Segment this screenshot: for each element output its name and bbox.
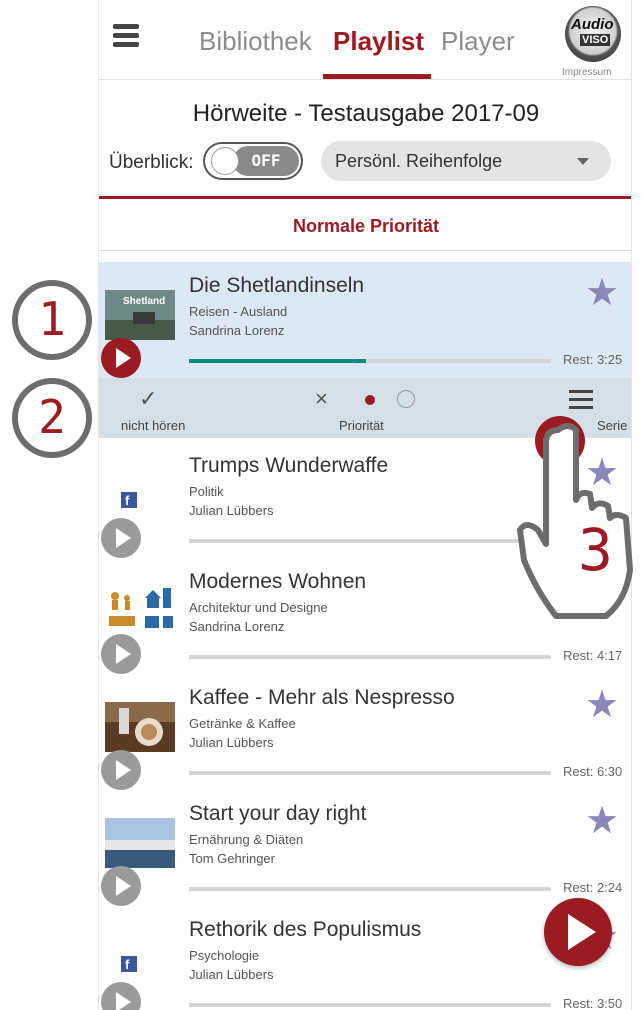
overview-toggle[interactable]: OFF: [203, 142, 303, 180]
remaining-time: Rest: 3:25: [563, 352, 623, 367]
priority-label: Priorität: [339, 418, 384, 433]
playlist-item[interactable]: Kaffee - Mehr als Nespresso Getränke & K…: [99, 674, 631, 790]
remaining-time: Rest: 3:50: [563, 996, 623, 1010]
item-title: Rethorik des Populismus: [189, 918, 422, 941]
annotation-badge: 1: [12, 280, 92, 360]
item-author: Julian Lübbers: [189, 503, 274, 518]
item-category: Ernährung & Diäten: [189, 832, 304, 847]
priority-high-ring[interactable]: [397, 390, 415, 408]
tab-player[interactable]: Player: [441, 26, 515, 57]
progress-fill: [189, 359, 367, 363]
item-thumbnail: [105, 586, 175, 636]
play-button[interactable]: [101, 750, 141, 790]
tab-bibliothek[interactable]: Bibliothek: [199, 26, 312, 57]
item-author: Sandrina Lorenz: [189, 323, 285, 338]
remaining-time: Rest: 2:24: [563, 880, 623, 895]
section-heading: Normale Priorität: [292, 216, 440, 236]
item-thumbnail: [105, 818, 175, 868]
play-button[interactable]: [101, 338, 141, 378]
item-thumbnail: f: [105, 934, 175, 984]
item-category: Getränke & Kaffee: [189, 716, 296, 731]
impressum-link[interactable]: Impressum: [562, 67, 611, 78]
thumbnail-caption: Shetland: [123, 296, 165, 307]
progress-bar: [189, 887, 551, 891]
item-thumbnail: f: [105, 470, 175, 520]
progress-bar: [189, 539, 551, 543]
item-category: Psychologie: [189, 948, 260, 963]
toggle-knob: [211, 147, 239, 175]
top-bar: Bibliothek Playlist Player Audio VISO Im…: [99, 0, 631, 80]
divider: [99, 196, 631, 199]
item-title: Start your day right: [189, 802, 367, 825]
active-tab-indicator: [323, 74, 431, 79]
item-title: Modernes Wohnen: [189, 570, 367, 593]
item-thumbnail: Shetland: [105, 290, 175, 340]
hamburger-menu-icon[interactable]: [113, 24, 147, 52]
item-title: Kaffee - Mehr als Nespresso: [189, 686, 455, 709]
sort-order-value: Persönl. Reihenfolge: [335, 151, 503, 171]
play-button[interactable]: [101, 982, 141, 1010]
tab-playlist[interactable]: Playlist: [333, 26, 424, 57]
pointing-hand-icon: 3: [517, 423, 633, 619]
star-icon[interactable]: ★: [585, 686, 619, 724]
series-menu-icon[interactable]: [569, 390, 593, 414]
annotation-badge: 2: [12, 378, 92, 458]
item-title: Die Shetlandinseln: [189, 274, 365, 297]
item-title: Trumps Wunderwaffe: [189, 454, 389, 477]
priority-remove-icon[interactable]: ×: [315, 386, 328, 412]
sort-order-select[interactable]: Persönl. Reihenfolge: [321, 141, 611, 181]
remaining-time: Rest: 6:30: [563, 764, 623, 779]
item-thumbnail: [105, 702, 175, 752]
svg-text:f: f: [125, 493, 130, 508]
progress-bar: [189, 359, 551, 363]
playlist-title: Hörweite - Testausgabe 2017-09: [192, 100, 540, 127]
playlist-item[interactable]: Shetland Die Shetlandinseln Reisen - Aus…: [99, 262, 631, 378]
play-button[interactable]: [101, 518, 141, 558]
item-category: Reisen - Ausland: [189, 304, 288, 319]
remaining-time: Rest: 4:17: [563, 648, 623, 663]
skip-label: nicht hören: [121, 418, 186, 433]
progress-bar: [189, 771, 551, 775]
main-play-button[interactable]: [544, 898, 612, 966]
star-icon[interactable]: ★: [585, 802, 619, 840]
annotation-number: 3: [578, 516, 613, 584]
play-button[interactable]: [101, 634, 141, 674]
audioviso-logo[interactable]: Audio VISO: [565, 6, 621, 62]
item-category: Architektur und Designe: [189, 600, 328, 615]
priority-normal-dot[interactable]: [365, 395, 375, 405]
item-category: Politik: [189, 484, 224, 499]
playlist-item[interactable]: Start your day right Ernährung & Diäten …: [99, 790, 631, 906]
check-icon[interactable]: ✓: [139, 386, 157, 412]
divider: [99, 250, 631, 251]
progress-bar: [189, 1003, 551, 1007]
play-button[interactable]: [101, 866, 141, 906]
item-author: Tom Gehringer: [189, 851, 275, 866]
overview-label: Überblick:: [109, 152, 194, 173]
item-author: Julian Lübbers: [189, 735, 274, 750]
caret-down-icon: [577, 158, 589, 165]
svg-text:f: f: [125, 957, 130, 972]
progress-bar: [189, 655, 551, 659]
item-author: Sandrina Lorenz: [189, 619, 285, 634]
toggle-state: OFF: [233, 146, 299, 176]
star-icon[interactable]: ★: [585, 274, 619, 312]
item-author: Julian Lübbers: [189, 967, 274, 982]
